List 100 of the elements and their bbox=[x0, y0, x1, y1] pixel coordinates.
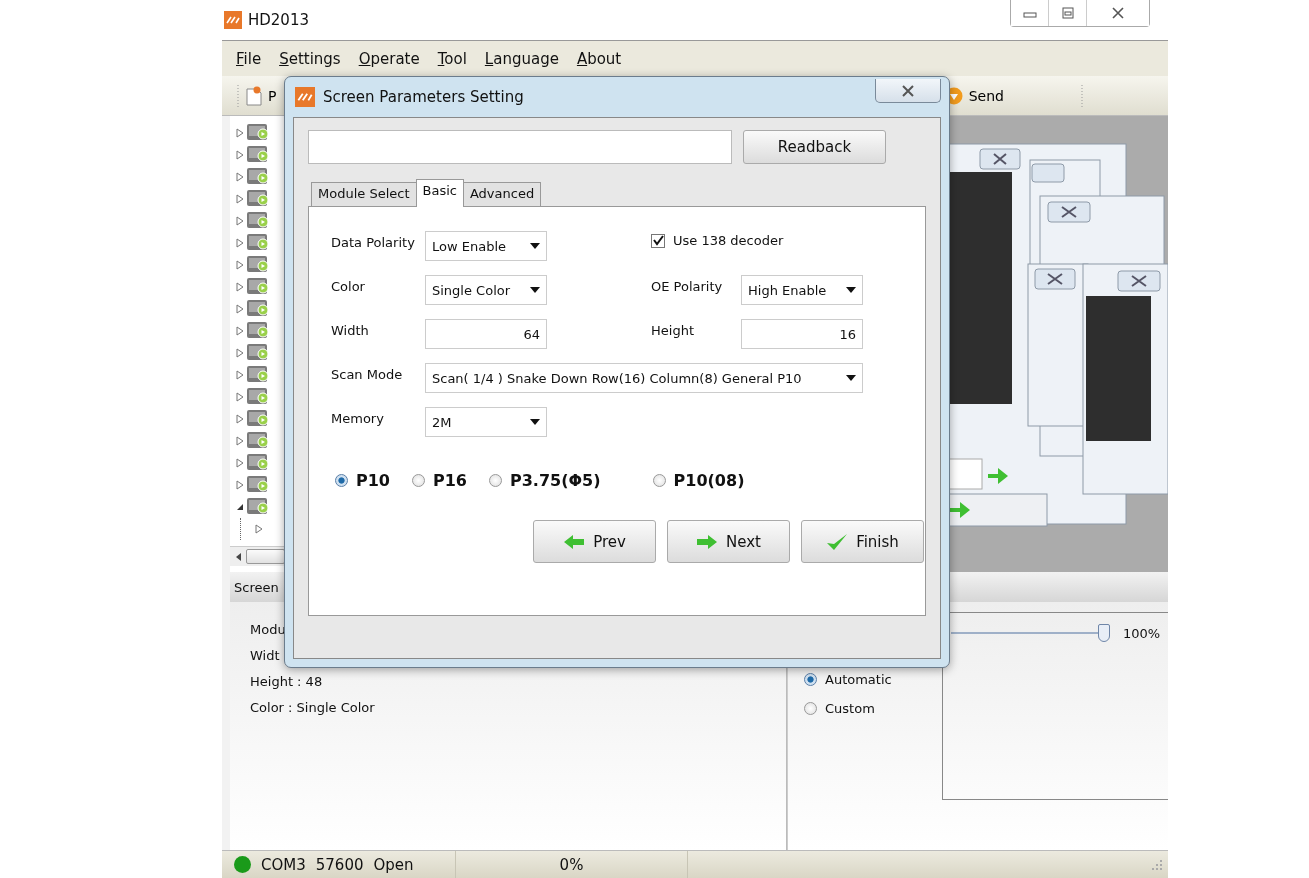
left-arrow-icon bbox=[563, 533, 586, 550]
zoom-reading: 100% bbox=[1123, 625, 1161, 641]
device-icon[interactable] bbox=[246, 299, 270, 319]
radio-button[interactable]: Custom bbox=[804, 701, 942, 716]
dropdown[interactable]: Scan( 1/4 ) Snake Down Row(16) Column(8) General P10 bbox=[425, 363, 863, 393]
radio-button[interactable]: P16 bbox=[412, 471, 467, 490]
resize-grip-icon[interactable] bbox=[1152, 859, 1162, 870]
expand-arrow-icon[interactable] bbox=[236, 414, 244, 424]
toolbar-grip-icon bbox=[236, 83, 240, 108]
prev-button[interactable]: Prev bbox=[533, 520, 656, 563]
input-field[interactable] bbox=[308, 130, 732, 164]
number-field[interactable]: 16 bbox=[741, 319, 863, 349]
dropdown[interactable]: High Enable bbox=[741, 275, 863, 305]
expand-arrow-icon[interactable] bbox=[255, 524, 263, 534]
close-button[interactable] bbox=[875, 79, 941, 103]
expand-arrow-icon[interactable] bbox=[236, 326, 244, 336]
slider-thumb[interactable] bbox=[1098, 624, 1111, 642]
dropdown-caret-icon bbox=[530, 419, 540, 425]
radio-button[interactable]: Automatic bbox=[804, 672, 942, 687]
dropdown[interactable]: Single Color bbox=[425, 275, 547, 305]
baud-rate-text: 57600 bbox=[315, 855, 364, 874]
device-icon[interactable] bbox=[246, 475, 270, 495]
expand-arrow-icon[interactable] bbox=[236, 392, 244, 402]
menu-item[interactable]: Operate bbox=[358, 49, 420, 68]
port-text: COM3 bbox=[261, 855, 306, 874]
expand-arrow-icon[interactable] bbox=[236, 282, 244, 292]
document-icon bbox=[246, 85, 262, 106]
info-text: Color : Single Color bbox=[250, 699, 376, 717]
expand-arrow-icon[interactable] bbox=[236, 150, 244, 160]
next-button[interactable]: Next bbox=[667, 520, 790, 563]
radio-button[interactable]: P10(08) bbox=[652, 471, 745, 490]
minimize-button[interactable] bbox=[1011, 0, 1049, 26]
device-icon[interactable] bbox=[246, 211, 270, 231]
radio-button[interactable]: P3.75(Φ5) bbox=[489, 471, 601, 490]
expand-arrow-icon[interactable] bbox=[236, 480, 244, 490]
dropdown-caret-icon bbox=[530, 243, 540, 249]
expand-arrow-icon[interactable] bbox=[236, 304, 244, 314]
radio-button[interactable]: P10 bbox=[335, 471, 390, 490]
tab[interactable]: Advanced bbox=[462, 182, 542, 206]
close-icon bbox=[1110, 7, 1126, 19]
device-icon[interactable] bbox=[246, 365, 270, 385]
info-text: Widt bbox=[250, 647, 281, 665]
tab[interactable]: Module Select bbox=[311, 182, 417, 206]
device-icon[interactable] bbox=[246, 123, 270, 143]
toolbar-grip-icon bbox=[1080, 83, 1084, 108]
expand-arrow-icon[interactable] bbox=[236, 194, 244, 204]
expand-arrow-icon[interactable] bbox=[236, 348, 244, 358]
tab[interactable]: Basic bbox=[415, 179, 464, 207]
field-label: Memory bbox=[331, 410, 385, 426]
number-field[interactable]: 64 bbox=[425, 319, 547, 349]
scroll-left-icon[interactable] bbox=[236, 552, 242, 561]
expand-arrow-icon[interactable] bbox=[236, 370, 244, 380]
toolbar-button[interactable]: P bbox=[240, 81, 283, 110]
menu-item[interactable]: Settings bbox=[279, 49, 341, 68]
dropdown[interactable]: Low Enable bbox=[425, 231, 547, 261]
device-icon[interactable] bbox=[246, 233, 270, 253]
collapse-arrow-icon[interactable] bbox=[236, 503, 244, 511]
expand-arrow-icon[interactable] bbox=[236, 216, 244, 226]
progress-text: 0% bbox=[559, 855, 584, 874]
expand-arrow-icon[interactable] bbox=[236, 172, 244, 182]
close-icon bbox=[900, 84, 916, 97]
device-icon[interactable] bbox=[246, 277, 270, 297]
device-icon[interactable] bbox=[246, 189, 270, 209]
menu-item[interactable]: File bbox=[236, 49, 262, 68]
device-icon[interactable] bbox=[246, 255, 270, 275]
device-icon[interactable] bbox=[246, 497, 270, 517]
right-arrow-icon bbox=[696, 533, 718, 550]
dropdown-caret-icon bbox=[846, 375, 856, 381]
readback-button[interactable]: Readback bbox=[743, 130, 886, 164]
field-label: OE Polarity bbox=[651, 278, 724, 294]
checkbox[interactable]: Use 138 decoder bbox=[651, 231, 784, 248]
device-icon[interactable] bbox=[246, 321, 270, 341]
dialog-title: Screen Parameters Setting bbox=[323, 88, 524, 106]
finish-button[interactable]: Finish bbox=[801, 520, 924, 563]
panel-tab[interactable]: Screen bbox=[230, 579, 279, 595]
horizontal-scrollbar[interactable] bbox=[230, 546, 285, 566]
menu-item[interactable]: Tool bbox=[437, 49, 467, 68]
checkmark-icon bbox=[826, 532, 849, 551]
expand-arrow-icon[interactable] bbox=[236, 436, 244, 446]
info-text: Height : 48 bbox=[250, 673, 324, 691]
expand-arrow-icon[interactable] bbox=[236, 260, 244, 270]
maximize-icon bbox=[1060, 7, 1075, 19]
menu-item[interactable]: About bbox=[576, 49, 622, 68]
device-icon[interactable] bbox=[246, 167, 270, 187]
device-icon[interactable] bbox=[246, 343, 270, 363]
expand-arrow-icon[interactable] bbox=[236, 238, 244, 248]
device-icon[interactable] bbox=[246, 453, 270, 473]
field-label: Data Polarity bbox=[331, 234, 416, 250]
menu-item[interactable]: Language bbox=[484, 49, 559, 68]
device-icon[interactable] bbox=[246, 145, 270, 165]
app-logo-icon bbox=[295, 87, 315, 107]
dropdown[interactable]: 2M bbox=[425, 407, 547, 437]
device-icon[interactable] bbox=[246, 409, 270, 429]
device-icon[interactable] bbox=[246, 431, 270, 451]
expand-arrow-icon[interactable] bbox=[236, 458, 244, 468]
field-label: Scan Mode bbox=[331, 366, 404, 382]
window-title: HD2013 bbox=[248, 11, 309, 29]
expand-arrow-icon[interactable] bbox=[236, 128, 244, 138]
device-icon[interactable] bbox=[246, 387, 270, 407]
scrollbar-thumb[interactable] bbox=[245, 549, 285, 564]
